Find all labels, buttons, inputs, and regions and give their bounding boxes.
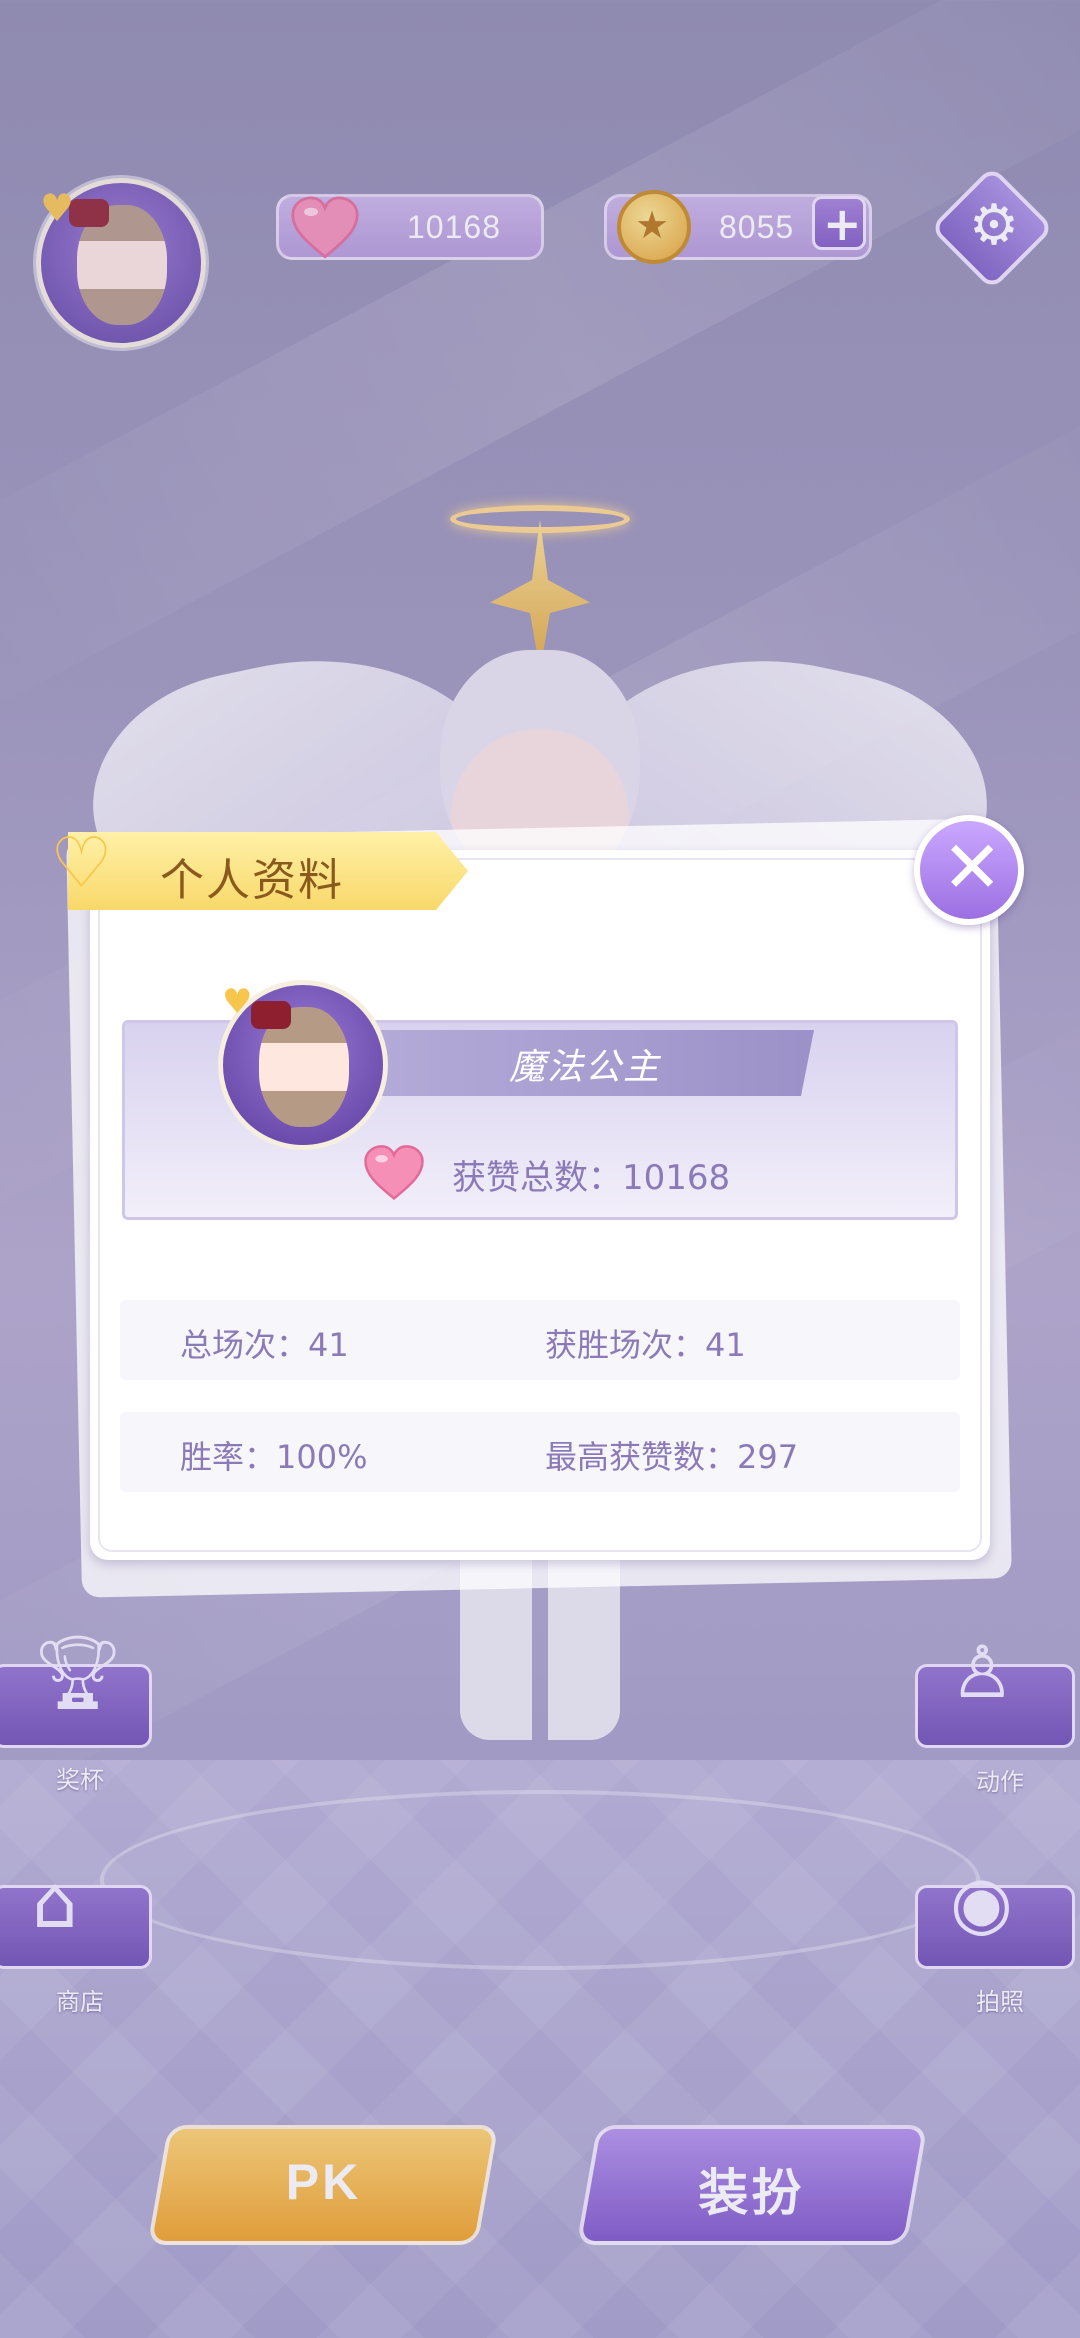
heart-outline-icon: ♡ xyxy=(50,822,113,904)
avatar-bow xyxy=(251,1001,291,1029)
stats-row: 总场次：41 获胜场次：41 xyxy=(120,1300,960,1380)
close-icon: ✕ xyxy=(942,825,1003,909)
close-button[interactable]: ✕ xyxy=(914,815,1024,925)
total-matches: 总场次：41 xyxy=(180,1326,349,1364)
stats-row: 胜率：100% 最高获赞数：297 xyxy=(120,1412,960,1492)
win-rate: 胜率：100% xyxy=(180,1438,368,1476)
max-likes: 最高获赞数：297 xyxy=(545,1438,799,1476)
total-likes: 获赞总数：10168 xyxy=(452,1158,731,1198)
player-name: 魔法公主 xyxy=(508,1047,661,1088)
wins: 获胜场次：41 xyxy=(545,1326,746,1364)
heart-icon: ♥ xyxy=(222,982,253,1022)
dialog-title: 个人资料 xyxy=(160,855,344,906)
heart-icon xyxy=(364,1145,424,1201)
